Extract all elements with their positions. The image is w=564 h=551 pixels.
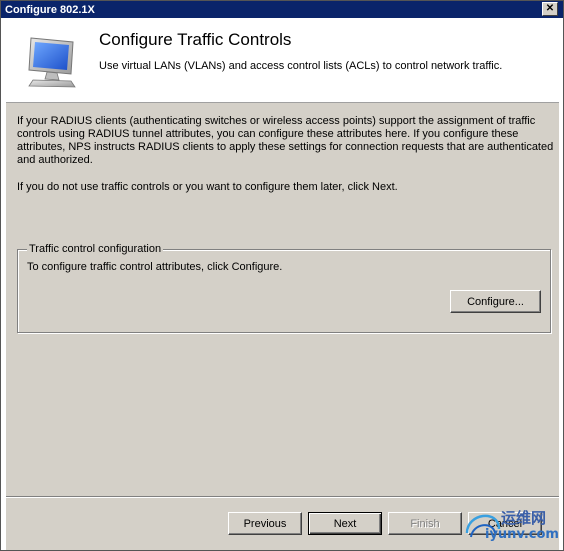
window-title: Configure 802.1X (5, 3, 95, 16)
wizard-header: Configure Traffic Controls Use virtual L… (6, 18, 559, 103)
title-bar[interactable]: Configure 802.1X ✕ (1, 1, 563, 18)
next-button[interactable]: Next (308, 512, 382, 535)
groupbox-legend: Traffic control configuration (27, 243, 164, 255)
previous-button[interactable]: Previous (228, 512, 302, 535)
groupbox-instruction: To configure traffic control attributes,… (27, 261, 283, 273)
right-border-strip (559, 18, 563, 550)
instruction-paragraph: If you do not use traffic controls or yo… (17, 181, 398, 193)
close-icon: ✕ (545, 3, 555, 14)
watermark-url: iyunv.com (485, 527, 559, 542)
close-button[interactable]: ✕ (542, 2, 558, 16)
page-title: Configure Traffic Controls (99, 30, 292, 49)
monitor-icon (28, 37, 76, 88)
page-subtitle: Use virtual LANs (VLANs) and access cont… (99, 60, 503, 72)
configure-button[interactable]: Configure... (450, 290, 541, 313)
watermark-text: 运维网 (501, 509, 547, 527)
finish-button[interactable]: Finish (388, 512, 462, 535)
description-paragraph: If your RADIUS clients (authenticating s… (17, 115, 554, 166)
footer-separator (6, 496, 559, 498)
configure-8021x-dialog: Configure 802.1X ✕ Configure Traffic Con… (0, 0, 564, 551)
site-watermark: 运维网 iyunv.com (463, 501, 563, 549)
